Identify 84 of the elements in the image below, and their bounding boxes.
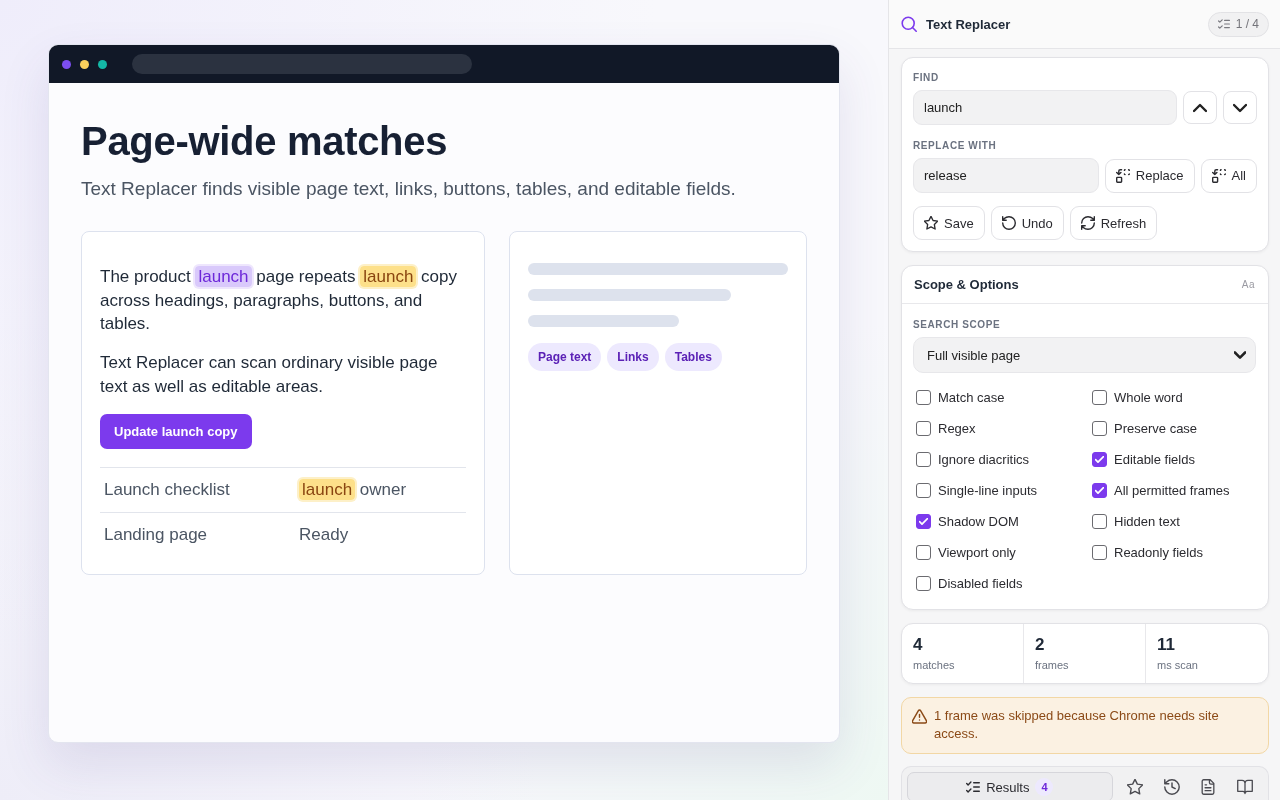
scope-select[interactable]: Full visible page — [913, 337, 1256, 373]
case-sensitive-icon: Aa — [1241, 279, 1255, 290]
find-input[interactable]: launch — [913, 90, 1177, 125]
previous-button[interactable] — [1183, 91, 1217, 124]
results-count: 4 — [1035, 778, 1054, 796]
window-dot-icon[interactable] — [62, 59, 71, 69]
paragraph: Text Replacer can scan ordinary visible page text as well as editable areas. — [100, 352, 439, 398]
paragraph: The product launch page repeats launch copy across headings, paragraphs, buttons, and tables. — [100, 265, 458, 335]
table-cell-text: Landing page — [103, 524, 209, 545]
book-icon — [1236, 779, 1253, 795]
checkbox-label: Editable fields — [1114, 452, 1195, 467]
replace-button[interactable]: All — [1200, 158, 1257, 193]
checkbox[interactable] — [1092, 452, 1107, 467]
checkbox-label: Disabled fields — [938, 576, 1023, 591]
warning-icon — [912, 709, 927, 724]
table-cell-text: Ready — [298, 524, 350, 545]
checkbox-label: Ignore diacritics — [938, 452, 1030, 467]
tag: Tables — [664, 343, 722, 371]
star-icon — [1126, 779, 1143, 795]
checkbox[interactable] — [1092, 421, 1107, 436]
checkbox[interactable] — [1092, 514, 1107, 529]
checkbox[interactable] — [916, 576, 931, 591]
checkbox[interactable] — [916, 483, 931, 498]
stat-value: 2 — [1035, 635, 1046, 655]
results-tab[interactable]: Results 4 — [907, 772, 1113, 800]
checkbox[interactable] — [916, 421, 931, 436]
document-icon — [1200, 779, 1217, 795]
window-dot-icon[interactable] — [98, 59, 107, 69]
replace-icon — [1115, 168, 1130, 183]
next-button[interactable] — [1223, 91, 1257, 124]
replace-icon — [1211, 168, 1226, 183]
checkbox[interactable] — [916, 452, 931, 467]
checkbox-label: Hidden text — [1114, 514, 1180, 529]
warning-text: 1 frame was skipped because Chrome needs site access. — [934, 707, 1220, 743]
tag: Page text — [528, 343, 602, 371]
checkbox[interactable] — [916, 514, 931, 529]
stat-value: 11 — [1157, 635, 1176, 655]
checkbox[interactable] — [1092, 390, 1107, 405]
window-dot-icon[interactable] — [80, 59, 89, 69]
table-cell-text: Launch checklist — [103, 479, 231, 500]
stat-label: frames — [1035, 658, 1070, 672]
checkbox-label: Readonly fields — [1114, 545, 1203, 560]
replace-input[interactable]: release — [913, 158, 1099, 193]
checkbox-label: Single-line inputs — [938, 483, 1037, 498]
page-subtitle: Text Replacer finds visible page text, links, buttons, tables, and editable fields. — [81, 177, 737, 201]
update-button[interactable]: Update launch copy — [100, 413, 252, 449]
panel-title: Text Replacer — [926, 16, 1011, 32]
checkbox-label: All permitted frames — [1114, 483, 1230, 498]
replace-button[interactable]: Replace — [1104, 158, 1195, 193]
checkbox-label: Shadow DOM — [938, 514, 1019, 529]
checkbox-label: Preserve case — [1114, 421, 1198, 436]
refresh-icon — [1080, 216, 1095, 230]
checkbox-label: Match case — [938, 390, 1005, 405]
field-label: SEARCH SCOPE — [913, 319, 1002, 331]
table-cell: launch owner — [295, 479, 466, 500]
stat-label: ms scan — [1157, 658, 1199, 672]
card-title: Scope & Options — [914, 277, 1019, 292]
checkbox[interactable] — [1092, 483, 1107, 498]
tag: Links — [607, 343, 659, 371]
checkmark-icon — [1095, 487, 1104, 494]
checkbox-label: Viewport only — [938, 545, 1016, 560]
checkbox[interactable] — [916, 390, 931, 405]
checkbox-label: Regex — [938, 421, 976, 436]
stat-value: 4 — [913, 635, 924, 655]
chevron-down-icon — [1234, 349, 1246, 361]
refresh-button[interactable]: Refresh — [1069, 206, 1158, 240]
search-icon — [901, 16, 917, 32]
star-icon — [924, 216, 938, 230]
stat-label: matches — [913, 658, 956, 672]
field-label: FIND — [913, 72, 940, 84]
checklist-icon — [966, 780, 981, 794]
checkbox[interactable] — [916, 545, 931, 560]
field-label: REPLACE WITH — [913, 140, 998, 152]
checkmark-icon — [1095, 456, 1104, 463]
checkmark-icon — [919, 518, 928, 525]
page-heading: Page-wide matches — [81, 118, 449, 164]
undo-icon — [1001, 216, 1016, 230]
history-icon — [1163, 779, 1180, 795]
undo-button[interactable]: Undo — [990, 206, 1064, 240]
checklist-icon — [1217, 18, 1230, 30]
checkbox[interactable] — [1092, 545, 1107, 560]
checkbox-label: Whole word — [1114, 390, 1183, 405]
save-button[interactable]: Save — [913, 206, 985, 240]
match-counter-text: 1 / 4 — [1235, 17, 1259, 31]
